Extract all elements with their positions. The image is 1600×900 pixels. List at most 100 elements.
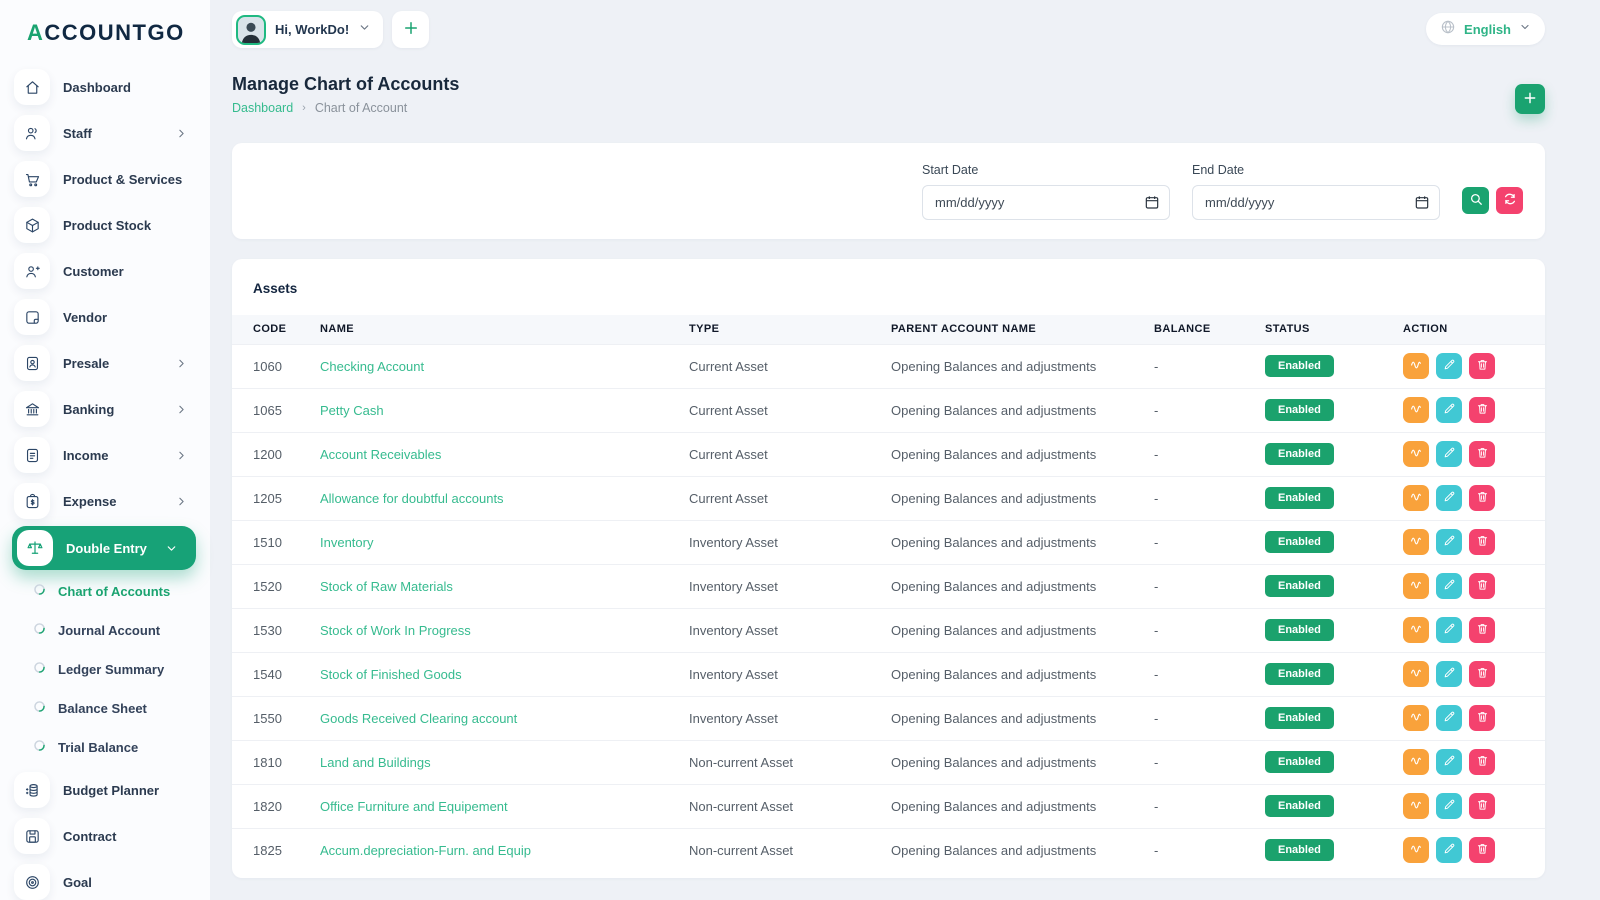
edit-button[interactable] <box>1436 529 1462 555</box>
sidebar-item-label: Staff <box>63 125 92 141</box>
end-date-input[interactable] <box>1192 185 1440 220</box>
chevron-right-icon <box>175 403 188 416</box>
sidebar-item-budget-planner[interactable]: Budget Planner <box>0 767 210 813</box>
delete-button[interactable] <box>1469 617 1495 643</box>
account-name-link[interactable]: Goods Received Clearing account <box>320 711 517 726</box>
transactions-button[interactable] <box>1403 485 1429 511</box>
app-logo[interactable]: ACCOUNTGO <box>0 16 210 46</box>
income-icon <box>14 437 50 473</box>
activity-icon <box>1409 666 1423 683</box>
sidebar-item-vendor[interactable]: Vendor <box>0 294 210 340</box>
delete-button[interactable] <box>1469 661 1495 687</box>
sidebar-subitem-chart-of-accounts[interactable]: Chart of Accounts <box>0 572 210 611</box>
sidebar-item-income[interactable]: Income <box>0 432 210 478</box>
bullet-circle-icon <box>33 622 46 640</box>
transactions-button[interactable] <box>1403 529 1429 555</box>
reset-button[interactable] <box>1496 187 1523 214</box>
delete-button[interactable] <box>1469 749 1495 775</box>
edit-button[interactable] <box>1436 397 1462 423</box>
sidebar-item-customer[interactable]: Customer <box>0 248 210 294</box>
edit-button[interactable] <box>1436 661 1462 687</box>
cell-code: 1060 <box>232 343 320 388</box>
account-name-link[interactable]: Account Receivables <box>320 447 441 462</box>
delete-button[interactable] <box>1469 529 1495 555</box>
edit-button[interactable] <box>1436 353 1462 379</box>
cell-status: Enabled <box>1265 739 1403 784</box>
sidebar-item-label: Contract <box>63 828 117 844</box>
cell-parent: Opening Balances and adjustments <box>891 519 1154 564</box>
transactions-button[interactable] <box>1403 661 1429 687</box>
page-header: Manage Chart of Accounts Dashboard › Cha… <box>232 74 1545 115</box>
delete-button[interactable] <box>1469 353 1495 379</box>
sidebar-item-product-services[interactable]: Product & Services <box>0 156 210 202</box>
bullet-circle-icon <box>33 661 46 679</box>
account-name-link[interactable]: Inventory <box>320 535 373 550</box>
search-button[interactable] <box>1462 187 1489 214</box>
delete-button[interactable] <box>1469 573 1495 599</box>
add-account-button[interactable] <box>1515 84 1545 114</box>
breadcrumb-dashboard-link[interactable]: Dashboard <box>232 101 293 115</box>
table-row: 1060 Checking Account Current Asset Opening… <box>232 343 1545 388</box>
account-name-link[interactable]: Checking Account <box>320 359 424 374</box>
logo-text: CCOUNTGO <box>44 20 185 45</box>
account-name-link[interactable]: Stock of Raw Materials <box>320 579 453 594</box>
edit-button[interactable] <box>1436 705 1462 731</box>
cell-status: Enabled <box>1265 387 1403 432</box>
edit-button[interactable] <box>1436 441 1462 467</box>
sidebar-subitem-ledger-summary[interactable]: Ledger Summary <box>0 650 210 689</box>
transactions-button[interactable] <box>1403 353 1429 379</box>
sidebar-item-product-stock[interactable]: Product Stock <box>0 202 210 248</box>
sidebar-item-contract[interactable]: Contract <box>0 813 210 859</box>
account-name-link[interactable]: Accum.depreciation-Furn. and Equip <box>320 843 531 858</box>
edit-button[interactable] <box>1436 573 1462 599</box>
transactions-button[interactable] <box>1403 837 1429 864</box>
trash-icon <box>1476 578 1489 594</box>
transactions-button[interactable] <box>1403 793 1429 819</box>
language-selector[interactable]: English <box>1426 13 1545 45</box>
account-name-link[interactable]: Land and Buildings <box>320 755 431 770</box>
account-name-link[interactable]: Stock of Finished Goods <box>320 667 462 682</box>
sidebar-item-presale[interactable]: Presale <box>0 340 210 386</box>
sidebar-subitem-balance-sheet[interactable]: Balance Sheet <box>0 689 210 728</box>
transactions-button[interactable] <box>1403 397 1429 423</box>
cell-balance: - <box>1154 783 1265 828</box>
transactions-button[interactable] <box>1403 749 1429 775</box>
account-name-link[interactable]: Petty Cash <box>320 403 384 418</box>
transactions-button[interactable] <box>1403 573 1429 599</box>
edit-button[interactable] <box>1436 617 1462 643</box>
user-menu[interactable]: Hi, WorkDo! <box>232 11 384 48</box>
start-date-input[interactable] <box>922 185 1170 220</box>
table-row: 1530 Stock of Work In Progress Inventory A… <box>232 607 1545 652</box>
edit-button[interactable] <box>1436 837 1462 864</box>
delete-button[interactable] <box>1469 441 1495 467</box>
delete-button[interactable] <box>1469 705 1495 731</box>
delete-button[interactable] <box>1469 837 1495 864</box>
account-name-link[interactable]: Office Furniture and Equipement <box>320 799 508 814</box>
sidebar-item-banking[interactable]: Banking <box>0 386 210 432</box>
sidebar-item-expense[interactable]: Expense <box>0 478 210 524</box>
trash-icon <box>1476 534 1489 550</box>
sidebar-subitem-label: Balance Sheet <box>58 701 147 716</box>
cell-name: Allowance for doubtful accounts <box>320 475 689 520</box>
delete-button[interactable] <box>1469 397 1495 423</box>
edit-button[interactable] <box>1436 749 1462 775</box>
sidebar-subitem-trial-balance[interactable]: Trial Balance <box>0 728 210 767</box>
cell-balance: - <box>1154 827 1265 872</box>
sidebar-item-staff[interactable]: Staff <box>0 110 210 156</box>
sidebar-item-dashboard[interactable]: Dashboard <box>0 64 210 110</box>
delete-button[interactable] <box>1469 485 1495 511</box>
cell-type: Inventory Asset <box>689 519 891 564</box>
edit-button[interactable] <box>1436 793 1462 819</box>
cell-status: Enabled <box>1265 343 1403 388</box>
sidebar-subitem-journal-account[interactable]: Journal Account <box>0 611 210 650</box>
add-shortcut-button[interactable] <box>392 11 430 48</box>
transactions-button[interactable] <box>1403 617 1429 643</box>
account-name-link[interactable]: Allowance for doubtful accounts <box>320 491 504 506</box>
sidebar-item-double-entry[interactable]: Double Entry <box>12 526 196 570</box>
edit-button[interactable] <box>1436 485 1462 511</box>
transactions-button[interactable] <box>1403 441 1429 467</box>
delete-button[interactable] <box>1469 793 1495 819</box>
sidebar-item-goal[interactable]: Goal <box>0 859 210 900</box>
transactions-button[interactable] <box>1403 705 1429 731</box>
account-name-link[interactable]: Stock of Work In Progress <box>320 623 471 638</box>
